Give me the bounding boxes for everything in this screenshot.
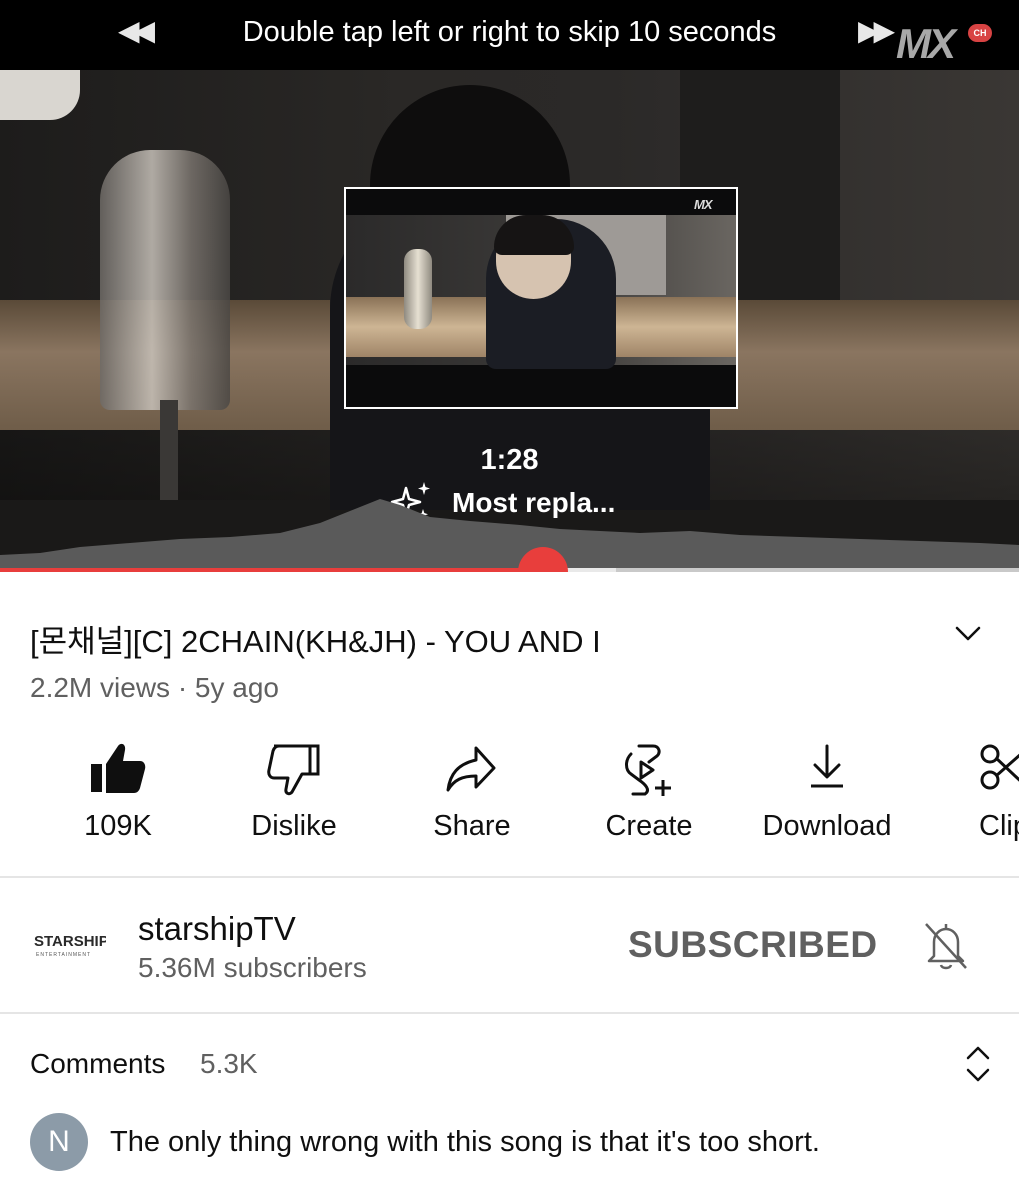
commenter-avatar[interactable]: N xyxy=(30,1113,88,1171)
most-replayed-heatmap xyxy=(0,499,1019,572)
thumbs-down-icon xyxy=(267,744,320,796)
wood-panel-right xyxy=(690,300,1019,430)
scrub-time: 1:28 xyxy=(480,444,539,476)
channel-avatar-logo[interactable]: STARSHIP ENTERTAINMENT xyxy=(34,930,106,960)
dislike-label: Dislike xyxy=(251,810,337,842)
like-count: 109K xyxy=(84,810,152,842)
subscriber-count: 5.36M subscribers xyxy=(138,952,367,983)
comments-heading[interactable]: Comments xyxy=(30,1048,165,1080)
video-meta: 2.2M views · 5y ago xyxy=(30,672,279,703)
scissors-icon xyxy=(980,744,1019,790)
thumbs-up-filled-icon xyxy=(91,743,146,793)
studio-lamp xyxy=(0,70,80,120)
chevron-down-icon[interactable] xyxy=(954,624,982,644)
clip-button[interactable]: Clip xyxy=(914,740,1019,843)
subscribed-button[interactable]: SUBSCRIBED xyxy=(628,924,878,966)
skip-hint-bar: ◀◀ Double tap left or right to skip 10 s… xyxy=(0,0,1019,70)
progress-played xyxy=(0,568,544,572)
share-label: Share xyxy=(433,810,511,842)
share-button[interactable]: Share xyxy=(382,740,562,843)
clip-label: Clip xyxy=(979,810,1019,842)
video-player[interactable]: ◀◀ Double tap left or right to skip 10 s… xyxy=(0,0,1019,572)
create-button[interactable]: Create xyxy=(559,740,739,843)
create-remix-icon xyxy=(625,744,671,796)
share-arrow-icon xyxy=(446,746,496,792)
watermark-badge: CH xyxy=(968,24,992,42)
preview-microphone xyxy=(404,249,432,329)
action-bar: 109K Dislike Share Create Download Cli xyxy=(0,740,1019,860)
dislike-button[interactable]: Dislike xyxy=(204,740,384,843)
scrub-preview-thumbnail: MX xyxy=(344,187,738,409)
divider-channel xyxy=(0,1012,1019,1014)
unfold-icon[interactable] xyxy=(963,1044,993,1084)
create-label: Create xyxy=(605,810,693,842)
microphone xyxy=(100,150,230,410)
video-title[interactable]: [몬채널][C] 2CHAIN(KH&JH) - YOU AND I xyxy=(30,616,601,661)
top-comment-text[interactable]: The only thing wrong with this song is t… xyxy=(110,1126,820,1159)
comments-count: 5.3K xyxy=(200,1048,258,1079)
preview-watermark: MX xyxy=(694,197,712,212)
like-button[interactable]: 109K xyxy=(28,740,208,843)
download-label: Download xyxy=(762,810,892,842)
preview-letterbox xyxy=(346,369,736,407)
skip-forward-icon[interactable]: ▶▶ xyxy=(858,14,895,47)
logo-subtext: ENTERTAINMENT xyxy=(36,952,91,958)
bell-off-icon[interactable] xyxy=(920,920,972,972)
divider-actions xyxy=(0,876,1019,878)
download-button[interactable]: Download xyxy=(737,740,917,843)
download-icon xyxy=(811,744,843,788)
channel-name[interactable]: starshipTV xyxy=(138,910,296,948)
channel-watermark: MX xyxy=(896,20,956,67)
logo-text: STARSHIP xyxy=(34,933,106,950)
